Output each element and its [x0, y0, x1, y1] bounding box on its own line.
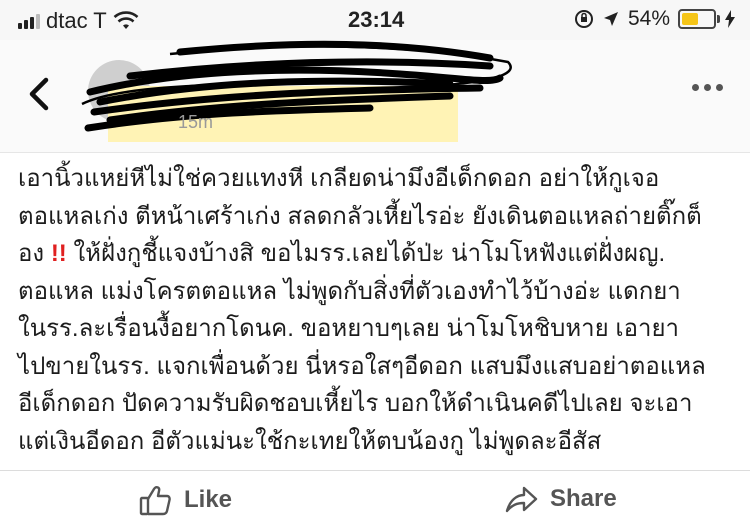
share-arrow-icon: [505, 486, 538, 513]
post-line: ตอแหลเก่ง ตีหน้าเศร้าเก่ง สลดกลัวเหี้ยไร…: [18, 202, 702, 230]
share-label: Share: [550, 485, 617, 512]
thumbs-up-icon: [139, 486, 171, 516]
post-line: ในรร.ละเรื่อนงื้อยากโดนค. ขอหยาบๆเลย น่า…: [18, 315, 679, 342]
back-chevron-icon[interactable]: [24, 74, 54, 114]
share-button[interactable]: Share: [504, 483, 617, 515]
location-arrow-icon: [603, 12, 618, 26]
like-button[interactable]: Like: [138, 483, 232, 517]
like-label: Like: [184, 486, 233, 513]
battery-icon: [678, 9, 720, 29]
battery-percent: 54%: [627, 7, 670, 30]
charging-bolt-icon: [725, 10, 735, 28]
post-line-start: อง: [18, 240, 45, 267]
post-line: อง !! ให้ฝั่งกูชี้แจงบ้างสิ ขอไมรร.เลยได…: [18, 235, 738, 273]
post-line: แต่เงินอีดอก อีตัวแม่นะใช้กะเทยให้ตบน้อง…: [18, 427, 602, 455]
battery-fill: [682, 13, 698, 25]
double-exclamation-emoji: !!: [50, 240, 67, 267]
carrier-name: dtac T: [46, 8, 107, 33]
redaction-scribble: [81, 40, 512, 132]
action-bar: Like Share: [0, 470, 750, 529]
status-time: 23:14: [348, 7, 405, 32]
status-left: dtac T: [18, 8, 139, 34]
post-line: เอานิ้วแหย่หีไม่ใช่ควยแทงหี เกลียดน่ามึง…: [18, 165, 660, 192]
more-options-icon[interactable]: [692, 84, 723, 91]
wifi-icon: [113, 11, 139, 29]
orientation-lock-icon: [574, 10, 593, 28]
post-line-rest: ให้ฝั่งกูชี้แจงบ้างสิ ขอไมรร.เลยได้ป่ะ น…: [66, 240, 666, 267]
post-line: ตอแหล แม่งโครตตอแหล ไม่พูดกับสิ่งที่ตัวเ…: [18, 277, 681, 305]
post-header: 15m: [0, 40, 750, 153]
post-timestamp: 15m: [178, 112, 214, 132]
post-text: เอานิ้วแหย่หีไม่ใช่ควยแทงหี เกลียดน่ามึง…: [18, 160, 738, 460]
post-line: อีเด็กดอก ปัดความรับผิดชอบเหี้ยไร บอกให้…: [18, 390, 693, 417]
status-right: 54%: [574, 7, 736, 31]
status-bar: dtac T 23:14 54%: [0, 0, 750, 40]
post-line: ไปขายในรร. แจกเพื่อนด้วย นี่หรอใสๆอีดอก …: [18, 352, 706, 380]
signal-icon: [18, 13, 40, 29]
